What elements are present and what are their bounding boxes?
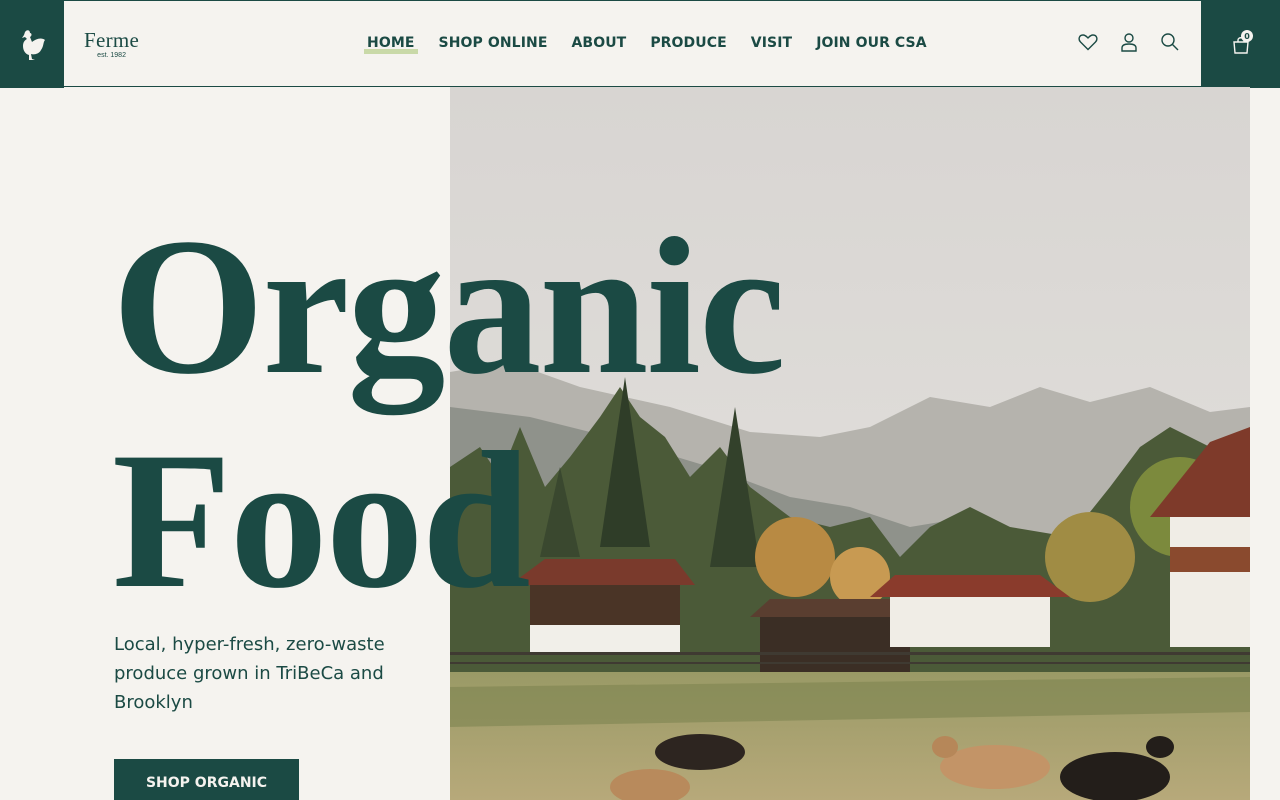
search-icon[interactable] bbox=[1160, 31, 1180, 53]
cart-button[interactable]: 0 bbox=[1201, 1, 1280, 88]
hero-tagline: Local, hyper-fresh, zero-waste produce g… bbox=[114, 634, 385, 713]
nav-about[interactable]: ABOUT bbox=[571, 34, 626, 52]
brand-established: est. 1982 bbox=[97, 52, 126, 59]
brand-logo[interactable]: Ferme est. 1982 bbox=[84, 29, 139, 60]
nav-shop-online[interactable]: SHOP ONLINE bbox=[439, 34, 548, 52]
header-icons bbox=[1078, 31, 1180, 53]
nav-home[interactable]: HOME bbox=[364, 34, 418, 54]
headline-line-1: Organic bbox=[112, 198, 786, 415]
cart-count-badge: 0 bbox=[1241, 30, 1253, 42]
nav-join-csa[interactable]: JOIN OUR CSA bbox=[816, 34, 927, 52]
hero-headline: Organic Food bbox=[112, 198, 786, 629]
rooster-icon bbox=[22, 29, 45, 60]
heart-icon[interactable] bbox=[1078, 31, 1098, 53]
site-header: Ferme est. 1982 HOME SHOP ONLINE ABOUT P… bbox=[0, 0, 1280, 88]
rooster-logo[interactable] bbox=[0, 1, 64, 88]
nav-produce[interactable]: PRODUCE bbox=[650, 34, 726, 52]
shop-organic-button[interactable]: SHOP ORGANIC bbox=[114, 759, 299, 800]
brand-name: Ferme bbox=[84, 28, 140, 52]
nav-visit[interactable]: VISIT bbox=[751, 34, 792, 52]
main-nav: HOME SHOP ONLINE ABOUT PRODUCE VISIT JOI… bbox=[364, 34, 951, 54]
user-icon[interactable] bbox=[1119, 31, 1139, 53]
headline-line-2: Food bbox=[112, 412, 531, 629]
